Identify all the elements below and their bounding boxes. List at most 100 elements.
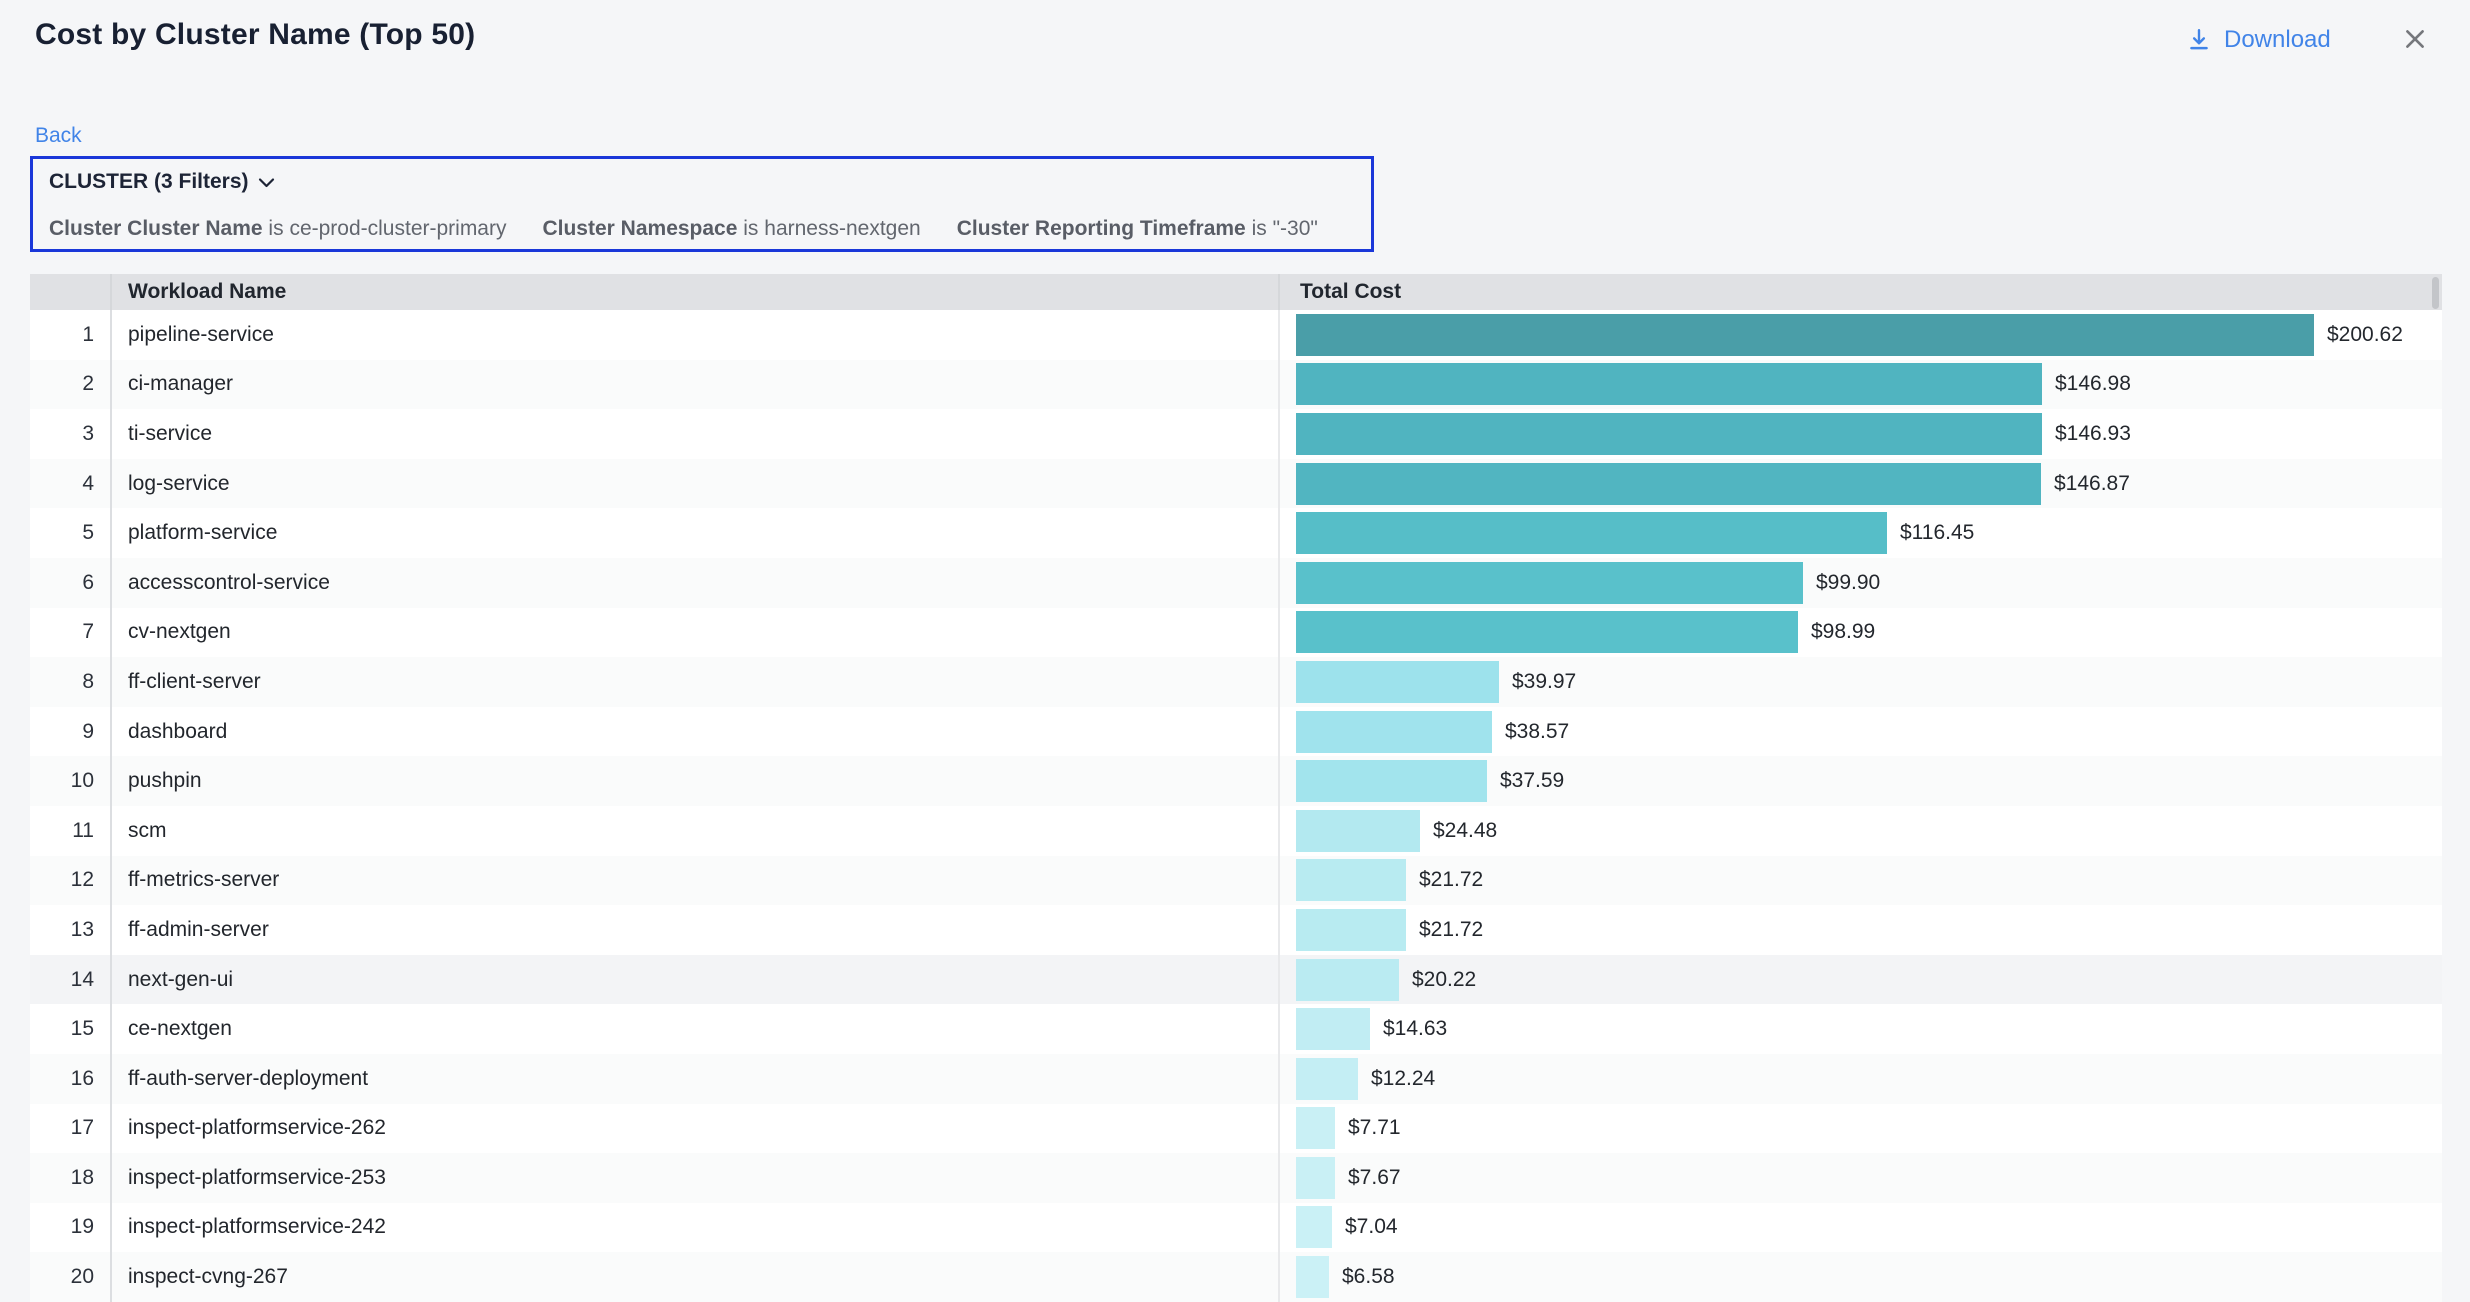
total-cost-column-header: Total Cost bbox=[1278, 274, 2442, 310]
table-row: 20 inspect-cvng-267 $6.58 bbox=[30, 1252, 2442, 1302]
filter-field: Cluster Cluster Name bbox=[49, 217, 263, 240]
row-workload-name: ff-admin-server bbox=[112, 905, 1278, 955]
cost-value: $7.04 bbox=[1345, 1215, 1398, 1239]
row-rank: 20 bbox=[30, 1252, 112, 1302]
cost-value: $6.58 bbox=[1342, 1265, 1395, 1289]
row-workload-name: ce-nextgen bbox=[112, 1004, 1278, 1054]
table-row: 14 next-gen-ui $20.22 bbox=[30, 955, 2442, 1005]
row-cost-cell: $20.22 bbox=[1278, 955, 2442, 1005]
cost-value: $200.62 bbox=[2327, 323, 2403, 347]
row-cost-cell: $21.72 bbox=[1278, 856, 2442, 906]
cost-bar bbox=[1296, 661, 1499, 703]
row-rank: 2 bbox=[30, 360, 112, 410]
cost-bar bbox=[1296, 363, 2042, 405]
cost-bar bbox=[1296, 1107, 1335, 1149]
table-row: 10 pushpin $37.59 bbox=[30, 756, 2442, 806]
page-title: Cost by Cluster Name (Top 50) bbox=[35, 18, 475, 52]
row-workload-name: pushpin bbox=[112, 756, 1278, 806]
table-row: 3 ti-service $146.93 bbox=[30, 409, 2442, 459]
back-link[interactable]: Back bbox=[35, 124, 82, 148]
filter-value: ce-prod-cluster-primary bbox=[289, 217, 506, 240]
table-body: 1 pipeline-service $200.62 2 ci-manager … bbox=[30, 310, 2442, 1302]
workload-name-column-header: Workload Name bbox=[112, 274, 1278, 310]
row-cost-cell: $14.63 bbox=[1278, 1004, 2442, 1054]
row-workload-name: pipeline-service bbox=[112, 310, 1278, 360]
cost-table: Workload Name Total Cost 1 pipeline-serv… bbox=[30, 274, 2442, 1302]
filter-field: Cluster Reporting Timeframe bbox=[957, 217, 1246, 240]
table-row: 6 accesscontrol-service $99.90 bbox=[30, 558, 2442, 608]
row-rank: 5 bbox=[30, 508, 112, 558]
row-workload-name: ff-client-server bbox=[112, 657, 1278, 707]
row-rank: 10 bbox=[30, 756, 112, 806]
row-rank: 9 bbox=[30, 707, 112, 757]
rank-column-header bbox=[30, 274, 112, 310]
table-row: 15 ce-nextgen $14.63 bbox=[30, 1004, 2442, 1054]
row-workload-name: inspect-cvng-267 bbox=[112, 1252, 1278, 1302]
cost-value: $146.93 bbox=[2055, 422, 2131, 446]
filter-field: Cluster Namespace bbox=[542, 217, 737, 240]
row-rank: 13 bbox=[30, 905, 112, 955]
filter-operator: is bbox=[268, 217, 283, 240]
cost-bar bbox=[1296, 562, 1803, 604]
row-workload-name: dashboard bbox=[112, 707, 1278, 757]
row-workload-name: ff-auth-server-deployment bbox=[112, 1054, 1278, 1104]
row-workload-name: scm bbox=[112, 806, 1278, 856]
filter-group-toggle[interactable]: CLUSTER (3 Filters) bbox=[49, 170, 275, 194]
filter-value: harness-nextgen bbox=[764, 217, 920, 240]
cost-bar bbox=[1296, 1008, 1370, 1050]
table-row: 1 pipeline-service $200.62 bbox=[30, 310, 2442, 360]
row-rank: 8 bbox=[30, 657, 112, 707]
table-row: 5 platform-service $116.45 bbox=[30, 508, 2442, 558]
close-button[interactable] bbox=[2398, 22, 2432, 56]
cost-value: $14.63 bbox=[1383, 1017, 1447, 1041]
cost-value: $37.59 bbox=[1500, 769, 1564, 793]
row-cost-cell: $24.48 bbox=[1278, 806, 2442, 856]
cost-value: $12.24 bbox=[1371, 1067, 1435, 1091]
row-cost-cell: $6.58 bbox=[1278, 1252, 2442, 1302]
cost-bar bbox=[1296, 413, 2042, 455]
row-workload-name: ci-manager bbox=[112, 360, 1278, 410]
row-cost-cell: $200.62 bbox=[1278, 310, 2442, 360]
chevron-down-icon bbox=[258, 177, 275, 188]
row-workload-name: platform-service bbox=[112, 508, 1278, 558]
row-rank: 1 bbox=[30, 310, 112, 360]
row-cost-cell: $146.87 bbox=[1278, 459, 2442, 509]
row-workload-name: inspect-platformservice-262 bbox=[112, 1104, 1278, 1154]
row-rank: 15 bbox=[30, 1004, 112, 1054]
cost-bar bbox=[1296, 512, 1887, 554]
download-button[interactable]: Download bbox=[2186, 26, 2331, 54]
row-rank: 18 bbox=[30, 1153, 112, 1203]
cost-value: $24.48 bbox=[1433, 819, 1497, 843]
row-rank: 4 bbox=[30, 459, 112, 509]
row-rank: 14 bbox=[30, 955, 112, 1005]
row-workload-name: inspect-platformservice-242 bbox=[112, 1203, 1278, 1253]
row-cost-cell: $7.71 bbox=[1278, 1104, 2442, 1154]
row-rank: 16 bbox=[30, 1054, 112, 1104]
table-row: 13 ff-admin-server $21.72 bbox=[30, 905, 2442, 955]
row-rank: 3 bbox=[30, 409, 112, 459]
filter-panel: CLUSTER (3 Filters) Cluster Cluster Name… bbox=[30, 156, 1374, 252]
cost-bar bbox=[1296, 314, 2314, 356]
row-cost-cell: $98.99 bbox=[1278, 608, 2442, 658]
vertical-scrollbar-thumb[interactable] bbox=[2432, 277, 2439, 309]
cost-value: $116.45 bbox=[1900, 521, 1974, 545]
cost-bar bbox=[1296, 1206, 1332, 1248]
row-workload-name: ff-metrics-server bbox=[112, 856, 1278, 906]
cost-value: $98.99 bbox=[1811, 620, 1875, 644]
cost-bar bbox=[1296, 711, 1492, 753]
cost-value: $39.97 bbox=[1512, 670, 1576, 694]
close-icon bbox=[2402, 26, 2428, 52]
table-row: 12 ff-metrics-server $21.72 bbox=[30, 856, 2442, 906]
cost-value: $99.90 bbox=[1816, 571, 1880, 595]
row-rank: 12 bbox=[30, 856, 112, 906]
cost-bar bbox=[1296, 859, 1406, 901]
table-row: 4 log-service $146.87 bbox=[30, 459, 2442, 509]
row-cost-cell: $116.45 bbox=[1278, 508, 2442, 558]
row-cost-cell: $7.04 bbox=[1278, 1203, 2442, 1253]
cost-bar bbox=[1296, 760, 1487, 802]
row-cost-cell: $39.97 bbox=[1278, 657, 2442, 707]
row-workload-name: accesscontrol-service bbox=[112, 558, 1278, 608]
cost-value: $146.98 bbox=[2055, 372, 2131, 396]
table-row: 2 ci-manager $146.98 bbox=[30, 360, 2442, 410]
row-rank: 11 bbox=[30, 806, 112, 856]
